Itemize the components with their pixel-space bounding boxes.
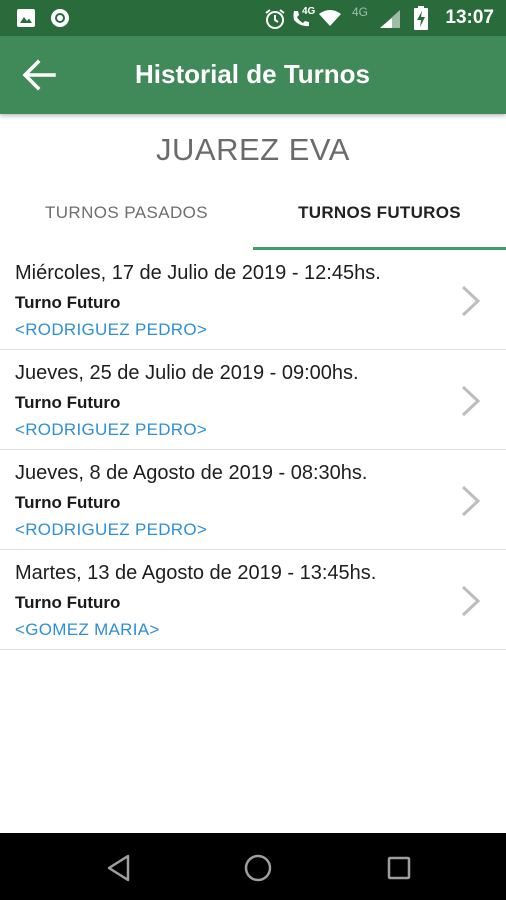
signal-network-label: 4G — [352, 5, 369, 19]
appointment-date: Martes, 13 de Agosto de 2019 - 13:45hs. — [15, 562, 377, 584]
arrow-back-icon[interactable] — [18, 55, 58, 95]
back-triangle-icon[interactable] — [104, 853, 134, 883]
home-circle-icon[interactable] — [243, 853, 273, 883]
appointment-date: Jueves, 8 de Agosto de 2019 - 08:30hs. — [15, 462, 368, 484]
chevron-right-icon — [461, 285, 481, 317]
appointment-list: Miércoles, 17 de Julio de 2019 - 12:45hs… — [0, 250, 506, 650]
appointment-type: Turno Futuro — [15, 593, 121, 612]
appointment-row[interactable]: Jueves, 25 de Julio de 2019 - 09:00hs. T… — [0, 350, 506, 450]
appointment-date: Miércoles, 17 de Julio de 2019 - 12:45hs… — [15, 262, 381, 284]
signal-4g-icon — [380, 10, 400, 28]
patient-name: JUAREZ EVA — [156, 132, 350, 167]
battery-charging-icon — [414, 6, 428, 30]
appointment-doctor: <RODRIGUEZ PEDRO> — [15, 520, 208, 539]
recents-square-icon[interactable] — [384, 853, 414, 883]
appointment-type: Turno Futuro — [15, 393, 121, 412]
chevron-right-icon — [461, 385, 481, 417]
chevron-right-icon — [461, 485, 481, 517]
tab-turnos-futuros[interactable]: TURNOS FUTUROS — [253, 180, 506, 250]
image-icon — [17, 9, 35, 27]
page-title: Historial de Turnos — [135, 59, 370, 89]
appointment-doctor: <RODRIGUEZ PEDRO> — [15, 320, 208, 339]
appointment-doctor: <RODRIGUEZ PEDRO> — [15, 420, 208, 439]
appointment-type: Turno Futuro — [15, 493, 121, 512]
tab-bar: TURNOS PASADOS TURNOS FUTUROS — [0, 180, 506, 250]
chevron-right-icon — [461, 585, 481, 617]
system-nav-bar — [0, 833, 506, 900]
circle-app-icon — [51, 9, 69, 27]
status-bar: 4G 4G 13:07 — [0, 0, 506, 36]
status-time: 13:07 — [445, 7, 494, 28]
appointment-type: Turno Futuro — [15, 293, 121, 312]
tab-turnos-pasados[interactable]: TURNOS PASADOS — [0, 180, 253, 250]
appointment-row[interactable]: Miércoles, 17 de Julio de 2019 - 12:45hs… — [0, 250, 506, 350]
wifi-icon — [319, 10, 341, 26]
appointment-row[interactable]: Jueves, 8 de Agosto de 2019 - 08:30hs. T… — [0, 450, 506, 550]
appointment-doctor: <GOMEZ MARIA> — [15, 620, 160, 639]
app-bar: Historial de Turnos — [0, 36, 506, 114]
appointment-row[interactable]: Martes, 13 de Agosto de 2019 - 13:45hs. … — [0, 550, 506, 650]
alarm-icon — [265, 9, 285, 29]
appointment-date: Jueves, 25 de Julio de 2019 - 09:00hs. — [15, 362, 359, 384]
call-network-label: 4G — [302, 6, 316, 17]
